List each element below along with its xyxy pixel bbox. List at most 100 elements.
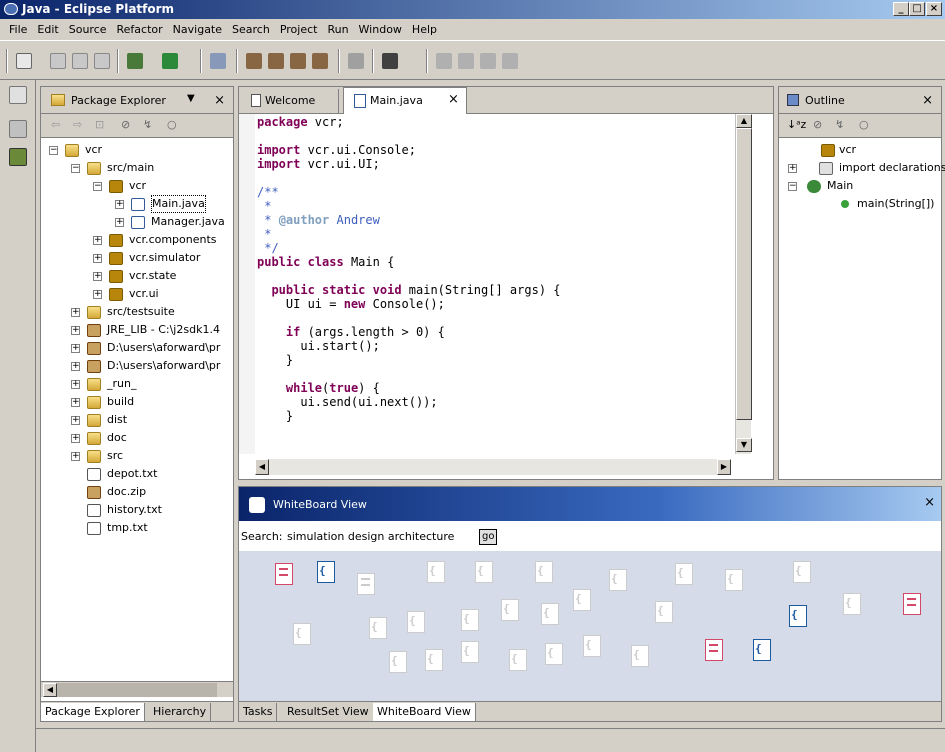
expand-icon[interactable]: + xyxy=(93,290,102,299)
maximize-icon[interactable]: □ xyxy=(909,2,925,16)
menu-run[interactable]: Run xyxy=(322,23,353,36)
save-icon[interactable] xyxy=(50,53,66,69)
tree-item[interactable]: + src xyxy=(41,447,233,465)
whiteboard-canvas[interactable]: {{{{{{{{{{{{{{{{{{{{{{{{{{ xyxy=(239,551,941,701)
hide-static-icon[interactable]: ↯ xyxy=(835,118,844,131)
collapse-icon[interactable]: − xyxy=(93,182,102,191)
tab-package-explorer[interactable]: Package Explorer xyxy=(41,703,145,721)
new-class-icon[interactable] xyxy=(268,53,284,69)
view-menu-icon[interactable]: ▼ xyxy=(187,93,195,104)
expand-icon[interactable]: + xyxy=(71,398,80,407)
tree-item[interactable]: + src/testsuite xyxy=(41,303,233,321)
outline-item-class[interactable]: − Main xyxy=(779,177,941,195)
java-doc-icon[interactable]: { xyxy=(427,561,447,585)
menu-window[interactable]: Window xyxy=(354,23,407,36)
sort-icon[interactable]: ↓ᵃz xyxy=(787,118,806,131)
tree-item[interactable]: history.txt xyxy=(41,501,233,519)
collapse-icon[interactable]: − xyxy=(49,146,58,155)
tree-item[interactable]: tmp.txt xyxy=(41,519,233,537)
menu-project[interactable]: Project xyxy=(275,23,323,36)
outline-item-package[interactable]: vcr xyxy=(779,141,941,159)
expand-icon[interactable]: + xyxy=(71,452,80,461)
tree-item[interactable]: doc.zip xyxy=(41,483,233,501)
new-source-folder-icon[interactable] xyxy=(312,53,328,69)
java-doc-icon[interactable]: { xyxy=(609,569,629,593)
go-button[interactable]: go xyxy=(479,529,498,545)
expand-icon[interactable]: + xyxy=(788,164,797,173)
java-doc-icon[interactable]: { xyxy=(631,645,651,669)
tree-item[interactable]: + _run_ xyxy=(41,375,233,393)
open-perspective-icon[interactable] xyxy=(9,86,27,104)
scroll-thumb[interactable] xyxy=(736,128,752,420)
java-doc-icon[interactable]: { xyxy=(753,639,773,663)
document-icon[interactable] xyxy=(275,563,295,587)
java-doc-icon[interactable]: { xyxy=(535,561,555,585)
filter-icon[interactable]: ○ xyxy=(167,118,177,131)
java-doc-icon[interactable]: { xyxy=(369,617,389,641)
tree-item[interactable]: + D:\users\aforward\pr xyxy=(41,339,233,357)
expand-icon[interactable]: + xyxy=(71,416,80,425)
java-doc-icon[interactable]: { xyxy=(793,561,813,585)
expand-icon[interactable]: + xyxy=(93,236,102,245)
java-doc-icon[interactable]: { xyxy=(675,563,695,587)
expand-icon[interactable]: + xyxy=(71,308,80,317)
menu-refactor[interactable]: Refactor xyxy=(112,23,168,36)
debug-icon[interactable] xyxy=(127,53,143,69)
link-editor-icon[interactable]: ↯ xyxy=(143,118,152,131)
tab-tasks[interactable]: Tasks xyxy=(239,703,278,721)
java-doc-icon[interactable]: { xyxy=(789,605,809,629)
java-doc-icon[interactable]: { xyxy=(573,589,593,613)
close-icon[interactable]: × xyxy=(214,93,225,108)
tab-hierarchy[interactable]: Hierarchy xyxy=(149,703,212,721)
search-input[interactable]: simulation design architecture xyxy=(287,530,454,543)
scroll-right-icon[interactable]: ▶ xyxy=(717,459,731,475)
menu-search[interactable]: Search xyxy=(227,23,275,36)
tab-main-java[interactable]: Main.java × xyxy=(343,87,467,114)
java-doc-icon[interactable]: { xyxy=(545,643,565,667)
expand-icon[interactable]: + xyxy=(71,344,80,353)
tab-welcome[interactable]: Welcome xyxy=(239,89,339,113)
resource-perspective-icon[interactable] xyxy=(9,120,27,138)
menu-help[interactable]: Help xyxy=(407,23,442,36)
java-doc-icon[interactable]: { xyxy=(655,601,675,625)
java-doc-icon[interactable]: { xyxy=(317,561,337,585)
print-icon[interactable] xyxy=(94,53,110,69)
open-type-icon[interactable] xyxy=(348,53,364,69)
tree-item[interactable]: + D:\users\aforward\pr xyxy=(41,357,233,375)
close-icon[interactable]: × xyxy=(926,2,942,16)
java-doc-icon[interactable]: { xyxy=(725,569,745,593)
scroll-up-icon[interactable]: ▲ xyxy=(736,114,752,128)
window-titlebar[interactable]: Java - Eclipse Platform _ □ × xyxy=(0,0,945,19)
document-icon[interactable] xyxy=(903,593,923,617)
menu-source[interactable]: Source xyxy=(64,23,112,36)
vertical-scrollbar[interactable]: ▲ ▼ xyxy=(735,114,752,454)
outline-item-imports[interactable]: + import declarations xyxy=(779,159,945,177)
document-icon[interactable] xyxy=(357,573,377,597)
pin-icon[interactable] xyxy=(502,53,518,69)
code-editor[interactable]: package vcr; import vcr.ui.Console; impo… xyxy=(257,115,561,423)
expand-icon[interactable]: + xyxy=(93,254,102,263)
search-icon[interactable] xyxy=(210,53,226,69)
expand-icon[interactable]: + xyxy=(71,362,80,371)
scroll-left-icon[interactable]: ◀ xyxy=(255,459,269,475)
tree-item[interactable]: − vcr xyxy=(41,177,233,195)
collapse-icon[interactable]: − xyxy=(788,182,797,191)
tree-item[interactable]: + doc xyxy=(41,429,233,447)
java-doc-icon[interactable]: { xyxy=(461,641,481,665)
close-icon[interactable]: × xyxy=(448,92,459,107)
new-icon[interactable] xyxy=(16,53,32,69)
expand-icon[interactable]: + xyxy=(71,326,80,335)
menu-file[interactable]: File xyxy=(4,23,32,36)
java-doc-icon[interactable]: { xyxy=(583,635,603,659)
hide-nonpublic-icon[interactable]: ○ xyxy=(859,118,869,131)
java-doc-icon[interactable]: { xyxy=(501,599,521,623)
close-icon[interactable]: × xyxy=(924,495,935,510)
close-icon[interactable]: × xyxy=(922,93,933,108)
save-all-icon[interactable] xyxy=(72,53,88,69)
hide-fields-icon[interactable]: ⊘ xyxy=(813,118,822,131)
java-doc-icon[interactable]: { xyxy=(389,651,409,675)
new-package-icon[interactable] xyxy=(246,53,262,69)
tree-item[interactable]: + vcr.simulator xyxy=(41,249,233,267)
tree-item[interactable]: − src/main xyxy=(41,159,233,177)
expand-icon[interactable]: + xyxy=(71,434,80,443)
